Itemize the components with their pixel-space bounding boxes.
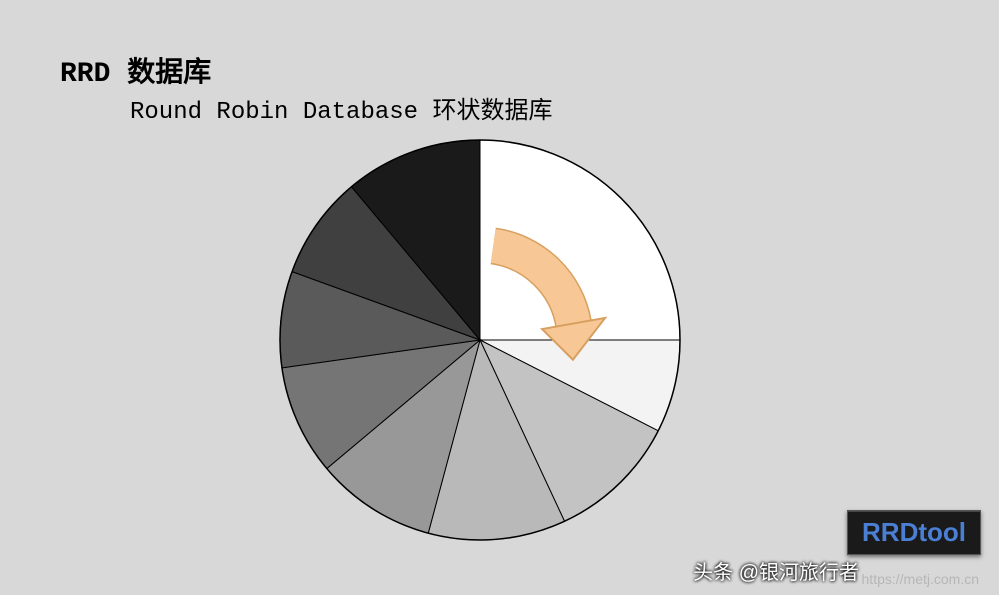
credit-text: 头条 @银河旅行者 bbox=[693, 556, 859, 585]
rrd-pie-diagram bbox=[270, 130, 690, 550]
pie-chart-svg bbox=[270, 130, 690, 550]
watermark-text: https://metj.com.cn bbox=[862, 571, 979, 587]
rrdtool-badge: RRDtool bbox=[847, 510, 981, 555]
page-subtitle: Round Robin Database 环状数据库 bbox=[130, 90, 552, 126]
page-title: RRD 数据库 bbox=[60, 50, 211, 90]
